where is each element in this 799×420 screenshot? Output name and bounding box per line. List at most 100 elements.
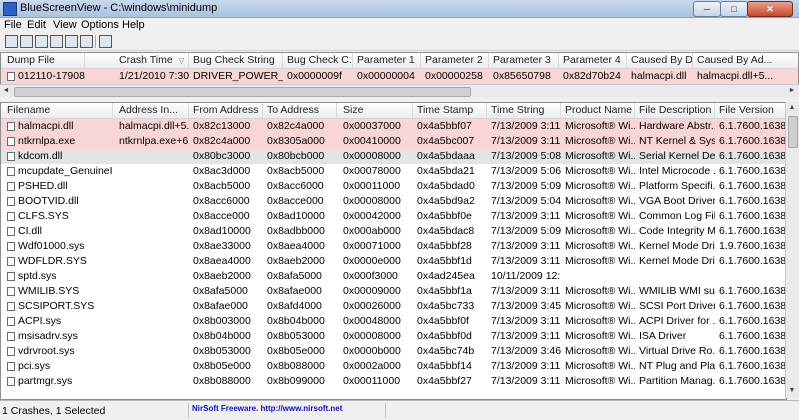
driver-row[interactable]: Wdf01000.sys 0x8ae33000 0x8aea4000 0x000710… [1,239,786,254]
column-header[interactable]: Product Name [561,103,635,118]
menu-view[interactable]: View [53,18,77,32]
table-cell: kdcom.dll [3,149,113,164]
column-header[interactable]: Address In... [115,103,189,118]
cell-text: Microsoft® Wi... [565,315,635,327]
maximize-button[interactable]: □ [720,1,748,17]
column-header[interactable]: Caused By Driver [627,53,693,68]
cell-text: Microsoft® Wi... [565,360,635,372]
scroll-up-arrow[interactable]: ▲ [786,102,798,114]
menu-options[interactable]: Options [81,18,119,32]
cell-text: 7/13/2009 3:11... [491,315,561,327]
table-cell: Kernel Mode Dri... [635,239,715,254]
column-header[interactable]: Parameter 4 [559,53,627,68]
column-header[interactable]: Caused By Ad... [693,53,798,68]
menu-edit[interactable]: Edit [27,18,46,32]
table-cell: 0x00037000 [339,119,413,134]
table-cell [115,374,189,389]
table-cell: Partition Manag... [635,374,715,389]
driver-list[interactable]: Filename Address In... From Address To Addr… [0,102,787,400]
cell-text: 0x4a5bbf07 [417,120,472,132]
driver-vertical-scrollbar[interactable]: ▲ ▼ [785,102,799,398]
column-header[interactable]: Dump File [3,53,85,68]
driver-row[interactable]: pci.sys 0x8b05e000 0x8b088000 0x0002a000 0x4… [1,359,786,374]
file-icon [7,212,15,221]
cell-text: WMILIB.SYS [18,285,80,297]
dump-horizontal-scrollbar[interactable]: ◄ ► [0,84,799,97]
table-cell: mcupdate_GenuineInt... [3,164,113,179]
driver-row[interactable]: sptd.sys 0x8aeb2000 0x8afa5000 0x000f3000 0x… [1,269,786,284]
cell-text: 1.9.7600.16385... [719,240,787,252]
table-cell: Microsoft® Wi... [561,224,635,239]
cell-text: 0x00008000 [343,330,401,342]
column-header[interactable]: Parameter 1 [353,53,421,68]
cell-text: Wdf01000.sys [18,240,85,252]
driver-row[interactable]: halmacpi.dll halmacpi.dll+5... 0x82c13000 0… [1,119,786,134]
driver-row[interactable]: ntkrnlpa.exe ntkrnlpa.exe+6... 0x82c4a000 0… [1,134,786,149]
table-cell: CI.dll [3,224,113,239]
minimize-button[interactable]: ─ [693,1,721,17]
driver-row[interactable]: PSHED.dll 0x8acb5000 0x8acc6000 0x00011000 0… [1,179,786,194]
cell-text: 0x8b088000 [267,360,325,372]
column-header[interactable]: Parameter 3 [489,53,559,68]
column-header[interactable]: Time String [487,103,561,118]
table-cell: 7/13/2009 3:46... [487,344,561,359]
save-icon[interactable] [5,35,18,48]
scroll-thumb[interactable] [14,87,471,97]
driver-row[interactable]: kdcom.dll 0x80bc3000 0x80bcb000 0x00008000 0… [1,149,786,164]
cell-text: 0x8b04b000 [193,330,251,342]
scroll-left-arrow[interactable]: ◄ [0,85,12,97]
driver-row[interactable]: partmgr.sys 0x8b088000 0x8b099000 0x0001100… [1,374,786,389]
column-header[interactable]: Time Stamp [413,103,487,118]
column-header[interactable]: File Description [635,103,715,118]
column-header[interactable]: Parameter 2 [421,53,489,68]
driver-row[interactable]: mcupdate_GenuineInt... 0x8ac3d000 0x8acb50… [1,164,786,179]
column-header[interactable]: Crash Time ▽ [115,53,189,68]
table-cell: 7/13/2009 3:11... [487,134,561,149]
driver-row[interactable]: BOOTVID.dll 0x8acc6000 0x8acce000 0x0000800… [1,194,786,209]
column-header[interactable]: Size [339,103,413,118]
scroll-thumb[interactable] [788,116,798,148]
table-cell: 1/21/2010 7:30... [115,69,189,84]
table-cell: 0x4a5bdac8 [413,224,487,239]
cell-text: 0x8b053000 [267,330,325,342]
driver-row[interactable]: SCSIPORT.SYS 0x8afae000 0x8afd4000 0x000260… [1,299,786,314]
dump-row[interactable]: 012110-17908-01.dmp 1/21/2010 7:30... DRIV… [1,69,798,84]
table-cell: 6.1.7600.16385... [715,224,786,239]
table-cell: 0x8ad10000 [189,224,263,239]
table-cell: 0x8b05e000 [189,359,263,374]
close-button[interactable]: ✕ [747,1,793,17]
driver-row[interactable]: CI.dll 0x8ad10000 0x8adbb000 0x000ab000 0x4a… [1,224,786,239]
driver-row[interactable]: vdrvroot.sys 0x8b053000 0x8b05e000 0x0000b0… [1,344,786,359]
exit-icon[interactable] [99,35,112,48]
copy-icon[interactable] [35,35,48,48]
nirsoft-link[interactable]: NirSoft Freeware. http://www.nirsoft.net [192,404,342,413]
driver-row[interactable]: ACPI.sys 0x8b003000 0x8b04b000 0x00048000 0x… [1,314,786,329]
menu-help[interactable]: Help [122,18,145,32]
driver-row[interactable]: WDFLDR.SYS 0x8aea4000 0x8aeb2000 0x0000e000… [1,254,786,269]
column-header[interactable]: Bug Check String [189,53,283,68]
dump-file-list[interactable]: Dump File Crash Time ▽ Bug Check String Bug … [0,52,799,86]
column-header[interactable]: To Address [263,103,337,118]
table-cell: ACPI Driver for ... [635,314,715,329]
html-report-icon[interactable] [50,35,63,48]
scroll-right-arrow[interactable]: ► [786,85,798,97]
scroll-down-arrow[interactable]: ▼ [786,385,798,397]
refresh-icon[interactable] [80,35,93,48]
driver-row[interactable]: CLFS.SYS 0x8acce000 0x8ad10000 0x00042000 0x… [1,209,786,224]
column-header[interactable]: Filename [3,103,113,118]
column-header[interactable]: Bug Check C... [283,53,353,68]
table-cell: 0x00000258 [421,69,489,84]
properties-icon[interactable] [20,35,33,48]
settings-icon[interactable] [65,35,78,48]
column-header-label: Product Name [565,104,633,116]
menu-file[interactable]: File [4,18,22,32]
driver-row[interactable]: WMILIB.SYS 0x8afa5000 0x8afae000 0x00009000… [1,284,786,299]
column-header[interactable]: From Address [189,103,263,118]
table-cell: ntkrnlpa.exe+6... [115,134,189,149]
driver-row[interactable]: msisadrv.sys 0x8b04b000 0x8b053000 0x000080… [1,329,786,344]
cell-text: Microsoft® Wi... [565,285,635,297]
column-header[interactable]: File Version [715,103,786,118]
table-cell: Virtual Drive Ro... [635,344,715,359]
table-cell: 0x8b003000 [189,314,263,329]
cell-text: 0x8b053000 [193,345,251,357]
